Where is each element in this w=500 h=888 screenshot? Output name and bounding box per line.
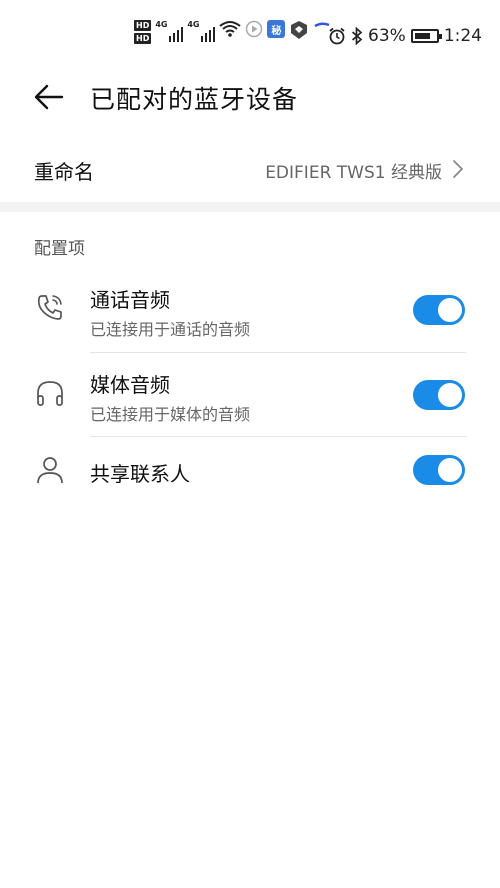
- battery-icon: [410, 29, 442, 43]
- call-audio-title: 通话音频: [90, 288, 170, 312]
- media-audio-title: 媒体音频: [90, 373, 170, 397]
- signal-icon-2: 4G: [187, 20, 216, 42]
- call-audio-toggle[interactable]: [413, 295, 465, 325]
- chevron-right-icon: [453, 160, 463, 178]
- share-contacts-toggle[interactable]: [413, 455, 465, 485]
- section-title: 配置项: [34, 239, 85, 259]
- play-icon: [245, 20, 263, 38]
- back-button[interactable]: [32, 82, 66, 112]
- hd-badge-1: HD: [134, 20, 152, 31]
- clock: 1:24: [443, 26, 482, 46]
- status-bar: HD HD 4G 4G 秘 63% 1:24: [0, 0, 500, 70]
- phone-icon: [37, 295, 62, 320]
- status-right: 63% 1:24: [328, 26, 482, 46]
- back-arrow-icon: [34, 84, 64, 110]
- shield-app-icon: [289, 20, 309, 40]
- signal-icon-1: 4G: [155, 20, 184, 42]
- wifi-icon: [219, 20, 241, 38]
- alarm-icon: [328, 27, 346, 45]
- media-audio-toggle[interactable]: [413, 380, 465, 410]
- share-contacts-row: 共享联系人: [0, 440, 500, 520]
- share-contacts-title: 共享联系人: [90, 462, 190, 486]
- screen: HD HD 4G 4G 秘 63% 1:24 已配对的蓝牙设备 重命名 EDIF…: [0, 0, 500, 888]
- bluetooth-icon: [351, 27, 363, 45]
- status-left: HD HD 4G 4G 秘: [134, 20, 331, 54]
- device-name: EDIFIER TWS1 经典版: [265, 163, 442, 183]
- media-audio-subtitle: 已连接用于媒体的音频: [90, 405, 251, 424]
- media-audio-row: 媒体音频 已连接用于媒体的音频: [0, 355, 500, 435]
- divider: [90, 436, 466, 437]
- app-badge-icon: 秘: [267, 20, 286, 38]
- rename-label: 重命名: [34, 160, 94, 184]
- battery-percent: 63%: [368, 26, 406, 46]
- hd-indicator: HD HD: [134, 20, 152, 44]
- hd-badge-2: HD: [134, 33, 152, 44]
- call-audio-subtitle: 已连接用于通话的音频: [90, 320, 251, 339]
- section-separator: [0, 202, 500, 212]
- network-type-2: 4G: [187, 20, 200, 29]
- call-audio-row: 通话音频 已连接用于通话的音频: [0, 270, 500, 350]
- app-header: 已配对的蓝牙设备: [0, 70, 500, 126]
- divider: [90, 352, 466, 353]
- contact-icon: [37, 457, 63, 484]
- headphones-icon: [37, 381, 63, 406]
- rename-row[interactable]: 重命名 EDIFIER TWS1 经典版: [0, 140, 500, 198]
- network-type-1: 4G: [155, 20, 168, 29]
- page-title: 已配对的蓝牙设备: [90, 85, 299, 114]
